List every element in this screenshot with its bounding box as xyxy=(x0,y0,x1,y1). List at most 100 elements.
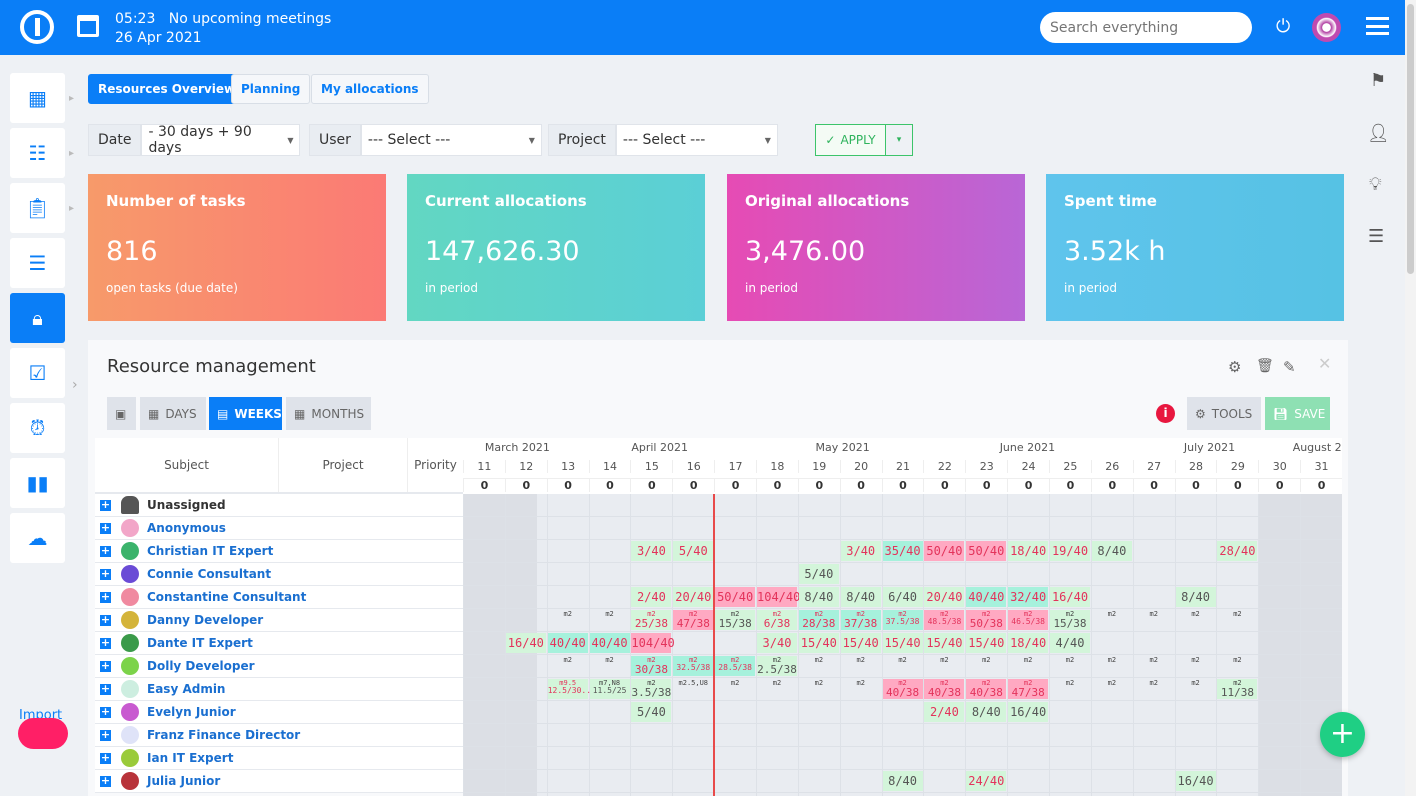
allocation-cell[interactable]: 5/40 xyxy=(673,541,714,561)
week-label[interactable]: 21 xyxy=(881,460,924,473)
table-row[interactable]: + Evelyn Junior xyxy=(95,701,463,724)
user-name[interactable]: Ian IT Expert xyxy=(147,751,233,765)
allocation-cell[interactable]: m2 xyxy=(1134,679,1174,699)
allocation-cell[interactable]: m7,N8 11.5/25 xyxy=(589,679,630,699)
week-label[interactable]: 23 xyxy=(965,460,1007,473)
allocation-cell[interactable]: 19/40 xyxy=(1050,541,1090,561)
allocation-cell[interactable]: m2 xyxy=(757,679,797,699)
allocation-cell[interactable]: 16/40 xyxy=(1008,702,1049,722)
table-row[interactable]: + Dante IT Expert xyxy=(95,632,463,655)
subject-header[interactable]: Subject xyxy=(95,458,278,472)
table-row[interactable]: + Christian IT Expert xyxy=(95,540,463,563)
logo-icon[interactable] xyxy=(20,10,54,44)
allocation-cell[interactable]: m2 40/38 xyxy=(966,679,1007,699)
avatar[interactable] xyxy=(1312,13,1341,42)
expand-icon[interactable]: + xyxy=(100,545,111,557)
allocation-cell[interactable]: m2 28/38 xyxy=(798,610,839,630)
allocation-cell[interactable]: m2 46.5/38 xyxy=(1008,610,1049,630)
allocation-cell[interactable]: 40/40 xyxy=(966,587,1007,607)
allocation-cell[interactable]: m2 xyxy=(1176,656,1216,676)
user-select[interactable]: --- Select --- ▼ xyxy=(360,124,542,156)
allocation-cell[interactable]: m2 30/38 xyxy=(631,656,672,676)
expand-icon[interactable]: + xyxy=(100,568,111,580)
week-label[interactable]: 30 xyxy=(1258,460,1300,473)
table-row[interactable]: + Unassigned xyxy=(95,494,463,517)
flag-icon[interactable]: ⚑ xyxy=(1370,70,1386,91)
expand-icon[interactable]: + xyxy=(100,614,111,626)
user-name[interactable]: Evelyn Junior xyxy=(147,705,236,719)
allocation-cell[interactable]: 28/40 xyxy=(1217,541,1258,561)
date-select[interactable]: - 30 days + 90 days ▼ xyxy=(141,124,301,156)
stat-card[interactable]: Spent time 3.52k h in period xyxy=(1046,174,1344,321)
allocation-cell[interactable]: m2 xyxy=(1092,610,1132,630)
allocation-cell[interactable]: 5/40 xyxy=(631,702,672,722)
tab-resources-overview[interactable]: Resources Overview xyxy=(88,74,246,104)
allocation-cell[interactable]: m2 xyxy=(1176,679,1216,699)
allocation-cell[interactable]: m2 xyxy=(924,656,964,676)
allocation-cell[interactable]: 3/40 xyxy=(631,541,672,561)
allocation-cell[interactable]: 32/40 xyxy=(1008,587,1049,607)
allocation-cell[interactable]: m2 xyxy=(1050,679,1090,699)
table-row[interactable]: + Dolly Developer xyxy=(95,655,463,678)
user-search-icon[interactable]: 👤︎ xyxy=(1367,123,1390,144)
expand-icon[interactable]: + xyxy=(100,706,111,718)
allocation-cell[interactable]: m2 11/38 xyxy=(1217,679,1258,699)
allocation-cell[interactable]: 20/40 xyxy=(673,587,714,607)
allocation-cell[interactable]: m2 15/38 xyxy=(715,610,756,630)
allocation-cell[interactable]: 6/40 xyxy=(882,587,923,607)
allocation-cell[interactable]: m2 xyxy=(590,656,630,676)
user-name[interactable]: Connie Consultant xyxy=(147,567,271,581)
table-row[interactable]: + Julia Junior xyxy=(95,770,463,793)
user-name[interactable]: Unassigned xyxy=(147,498,226,512)
week-label[interactable]: 12 xyxy=(504,460,547,473)
add-button[interactable]: + xyxy=(1320,712,1365,757)
allocation-cell[interactable]: m2 xyxy=(1217,656,1257,676)
tab-planning[interactable]: Planning xyxy=(231,74,311,104)
allocation-cell[interactable]: m2 xyxy=(1176,610,1216,630)
expand-icon[interactable]: + xyxy=(100,775,111,787)
apply-button[interactable]: ✓ APPLY xyxy=(815,124,886,156)
allocation-cell[interactable]: m2 xyxy=(966,656,1006,676)
settings-icon[interactable]: ⚙ xyxy=(1228,358,1241,376)
user-name[interactable]: Dante IT Expert xyxy=(147,636,253,650)
months-button[interactable]: ▦ MONTHS xyxy=(286,397,371,430)
table-row[interactable]: + Connie Consultant xyxy=(95,563,463,586)
expand-icon[interactable]: + xyxy=(100,683,111,695)
allocation-cell[interactable]: m2 37.5/38 xyxy=(882,610,923,630)
tools-button[interactable]: ⚙ TOOLS xyxy=(1187,397,1261,430)
allocation-cell[interactable]: 8/40 xyxy=(798,587,839,607)
sidebar-cloud[interactable]: ☁ xyxy=(10,513,65,563)
allocation-cell[interactable]: 15/40 xyxy=(966,633,1007,653)
week-label[interactable]: 22 xyxy=(923,460,965,473)
sidebar-tasks[interactable]: ☑ xyxy=(10,348,65,398)
tab-my-allocations[interactable]: My allocations xyxy=(311,74,429,104)
allocation-cell[interactable]: 18/40 xyxy=(1008,541,1049,561)
allocation-cell[interactable]: m2 32.5/38 xyxy=(673,656,714,676)
user-name[interactable]: Franz Finance Director xyxy=(147,728,300,742)
user-name[interactable]: Anonymous xyxy=(147,521,226,535)
week-label[interactable]: 24 xyxy=(1007,460,1049,473)
priority-header[interactable]: Priority xyxy=(408,458,463,472)
week-label[interactable]: 26 xyxy=(1090,460,1133,473)
allocation-cell[interactable]: m2 40/38 xyxy=(924,679,965,699)
user-name[interactable]: Dolly Developer xyxy=(147,659,255,673)
allocation-cell[interactable]: 15/40 xyxy=(798,633,839,653)
import-toggle[interactable] xyxy=(18,718,68,749)
allocation-cell[interactable]: 40/40 xyxy=(547,633,588,653)
week-label[interactable]: 16 xyxy=(672,460,714,473)
task-list-icon[interactable]: ☰ xyxy=(1368,226,1384,247)
allocation-cell[interactable]: 8/40 xyxy=(1091,541,1132,561)
allocation-cell[interactable]: 3/40 xyxy=(757,633,797,653)
week-label[interactable]: 27 xyxy=(1132,460,1175,473)
table-row[interactable]: + Franz Finance Director xyxy=(95,724,463,747)
table-row[interactable]: + Constantine Consultant xyxy=(95,586,463,609)
allocation-cell[interactable]: m2 6/38 xyxy=(757,610,797,630)
allocation-cell[interactable]: 15/40 xyxy=(924,633,965,653)
allocation-cell[interactable]: 4/40 xyxy=(1050,633,1090,653)
allocation-cell[interactable]: m2 28.5/38 xyxy=(715,656,756,676)
user-name[interactable]: Danny Developer xyxy=(147,613,263,627)
allocation-cell[interactable]: 8/40 xyxy=(882,771,923,791)
allocation-cell[interactable]: 16/40 xyxy=(1175,771,1216,791)
week-label[interactable]: 15 xyxy=(630,460,672,473)
allocation-cell[interactable]: m2 xyxy=(883,656,923,676)
